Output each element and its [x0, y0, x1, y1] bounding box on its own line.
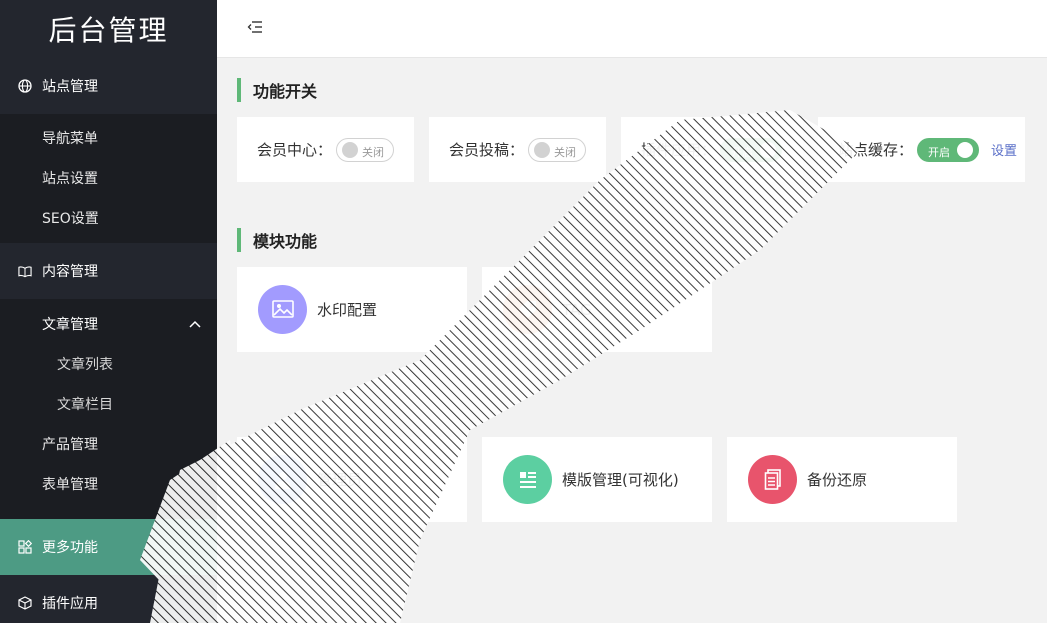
toggle-knob [957, 141, 974, 158]
sidebar-group-label: 更多功能 [42, 540, 98, 556]
sidebar-item-nav-menu[interactable]: 导航菜单 [0, 118, 217, 158]
sidebar-item-seo-settings[interactable]: SEO设置 [0, 198, 217, 238]
module-template-visual[interactable]: 模版管理(可视化) [482, 437, 712, 522]
switch-card-member-center: 会员中心： 关闭 [237, 117, 414, 182]
module-backup-restore[interactable]: 备份还原 [727, 437, 957, 522]
sidebar-item-article-list[interactable]: 文章列表 [0, 344, 217, 384]
switch-label: 插件应用： [641, 141, 717, 159]
chevron-up-icon [189, 316, 201, 332]
site-cache-toggle[interactable]: 开启 [917, 137, 980, 162]
plugins-toggle[interactable]: 开启 [720, 137, 783, 162]
toggle-knob [534, 141, 551, 158]
content-submenu: 文章管理 文章列表 文章栏目 产品管理 表单管理 [0, 299, 217, 519]
cube-icon [18, 596, 32, 610]
module-label: TAG [562, 300, 592, 319]
toggle-knob [342, 141, 359, 158]
module-label: 管理员 [317, 471, 363, 489]
switch-label: 会员中心： [257, 141, 333, 159]
book-icon [18, 264, 32, 278]
switch-label: 会员投稿： [449, 141, 525, 159]
member-center-toggle[interactable]: 关闭 [336, 137, 395, 162]
image-icon [258, 285, 307, 334]
toggle-state: 关闭 [362, 145, 385, 159]
layout-icon [503, 455, 552, 504]
member-submission-toggle[interactable]: 关闭 [528, 137, 587, 162]
toggle-knob [760, 141, 777, 158]
switch-card-member-submission: 会员投稿： 关闭 [429, 117, 606, 182]
user-icon [258, 455, 307, 504]
grid-icon [18, 540, 32, 554]
sidebar-group-label: 内容管理 [42, 264, 98, 280]
section-title-modules: 模块功能 [237, 228, 317, 252]
toggle-state: 开启 [928, 145, 951, 159]
sidebar-item-article-management[interactable]: 文章管理 [0, 304, 217, 344]
module-tag[interactable]: TAG [482, 267, 712, 352]
module-label: 备份还原 [807, 471, 868, 489]
cache-settings-link[interactable]: 设置 [991, 140, 1017, 159]
sidebar-item-site-settings[interactable]: 站点设置 [0, 158, 217, 198]
brand-title: 后台管理 [48, 14, 169, 47]
sidebar-group-plugins[interactable]: 插件应用 [0, 575, 217, 623]
sidebar-group-more[interactable]: 更多功能 [0, 519, 217, 575]
sidebar-group-label: 插件应用 [42, 596, 98, 612]
sidebar-item-article-columns[interactable]: 文章栏目 [0, 384, 217, 424]
sidebar-item-form-management[interactable]: 表单管理 [0, 464, 217, 504]
module-label: 模版管理(可视化) [562, 471, 679, 489]
sidebar-group-label: 站点管理 [42, 79, 98, 95]
sidebar-group-site[interactable]: 站点管理 [0, 58, 217, 114]
sidebar-group-content[interactable]: 内容管理 [0, 243, 217, 299]
section-title-features: 功能开关 [237, 78, 317, 102]
tag-icon [503, 285, 552, 334]
module-label: 水印配置 [317, 301, 378, 319]
switch-label: 站点缓存： [838, 141, 914, 159]
top-bar [217, 0, 1047, 58]
site-submenu: 导航菜单 站点设置 SEO设置 [0, 114, 217, 243]
document-icon [748, 455, 797, 504]
module-admin[interactable]: 管理员 [237, 437, 467, 522]
sidebar-item-product-management[interactable]: 产品管理 [0, 424, 217, 464]
sidebar: 后台管理 站点管理 导航菜单 站点设置 SEO设置 内容管理 文章管理 文章列表… [0, 0, 217, 623]
switch-card-site-cache: 站点缓存： 开启 设置 [818, 117, 1025, 182]
switch-card-plugins: 插件应用： 开启 [621, 117, 803, 182]
toggle-state: 关闭 [554, 145, 577, 159]
toggle-state: 开启 [731, 145, 754, 159]
module-watermark[interactable]: 水印配置 [237, 267, 467, 352]
globe-icon [18, 79, 32, 93]
menu-fold-icon[interactable] [247, 19, 263, 38]
